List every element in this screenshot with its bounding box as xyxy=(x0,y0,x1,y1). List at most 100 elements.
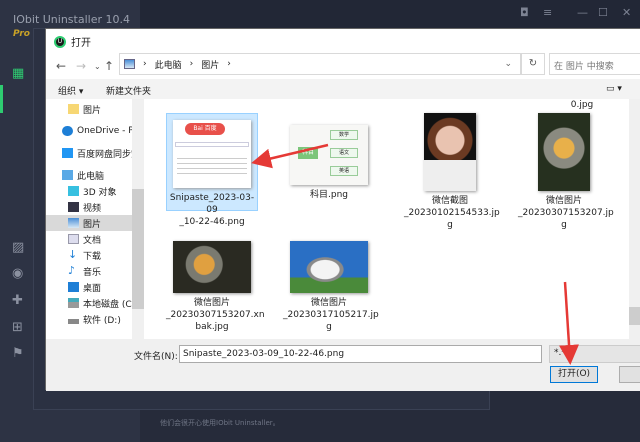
nav-label: 图片 xyxy=(83,219,102,230)
nav-label: 本地磁盘 (C:) xyxy=(83,299,139,310)
camera-icon[interactable]: ◘ xyxy=(520,6,529,19)
iobit-logo-icon: U xyxy=(54,35,66,48)
nav-label: 文档 xyxy=(83,235,102,246)
dialog-titlebar: U 打开 xyxy=(54,34,91,49)
forward-icon[interactable]: → xyxy=(76,59,86,73)
new-folder-button[interactable]: 新建文件夹 xyxy=(106,84,151,97)
cube-icon xyxy=(68,186,79,196)
file-name: 0.jpg xyxy=(570,100,594,110)
portrait-thumbnail xyxy=(424,113,476,191)
nav-item-music[interactable]: ♪ 音乐 xyxy=(46,263,141,279)
leaf-thumbnail xyxy=(538,113,590,191)
app-titlebar: ◘ ≡ — ☐ ✕ xyxy=(140,0,640,28)
file-name-line: _20230307153207.xn xyxy=(166,310,265,320)
mindmap-node: 语文 xyxy=(330,148,358,158)
file-name-line: bak.jpg xyxy=(195,322,229,332)
content-scrollbar[interactable] xyxy=(629,99,640,339)
baidu-logo: Bai 百度 xyxy=(185,123,225,135)
computer-icon xyxy=(62,170,73,180)
nav-item-drive-d[interactable]: 软件 (D:) xyxy=(46,311,141,327)
refresh-button[interactable]: ↻ xyxy=(521,53,545,75)
nav-item-baidu[interactable]: 百度网盘同步空间 xyxy=(46,145,141,161)
open-button[interactable]: 打开(O) xyxy=(550,366,598,383)
cancel-button[interactable] xyxy=(619,366,640,383)
back-icon[interactable]: ← xyxy=(56,59,66,73)
nav-item-this-pc[interactable]: 此电脑 xyxy=(46,167,141,183)
snipaste-thumbnail: Bai 百度 xyxy=(173,120,251,188)
nav-label: 图片 xyxy=(83,105,102,116)
minimize-icon[interactable]: — xyxy=(577,6,588,19)
file-item[interactable]: 科目 数学 语文 英语 科目.png xyxy=(283,113,375,201)
nav-label: 软件 (D:) xyxy=(83,315,121,326)
file-item[interactable]: 微信图片 _20230317105217.jp g xyxy=(283,241,379,333)
file-item[interactable]: 微信图片 _20230307153207.xn bak.jpg xyxy=(166,241,265,333)
windows-icon[interactable]: ⊞ xyxy=(12,320,28,335)
nav-item-onedrive[interactable]: OneDrive - Personal xyxy=(46,123,141,139)
view-options-icon[interactable]: ▭ ▾ xyxy=(606,84,622,94)
chevron-down-icon[interactable]: ⌄ xyxy=(504,59,512,69)
chart-icon[interactable]: ▨ xyxy=(12,240,28,255)
close-icon[interactable]: ✕ xyxy=(622,6,631,19)
nav-item-downloads[interactable]: ↓ 下载 xyxy=(46,247,141,263)
file-item[interactable]: 微信截图 _20230102154533.jp g xyxy=(404,113,500,231)
up-icon[interactable]: ↑ xyxy=(104,59,114,73)
file-name-line: _20230102154533.jp xyxy=(404,208,500,218)
music-icon: ♪ xyxy=(68,264,76,277)
separator-icon: › xyxy=(143,59,147,69)
file-type-filter[interactable]: *.* xyxy=(549,345,640,363)
filename-input[interactable]: Snipaste_2023-03-09_10-22-46.png xyxy=(179,345,542,363)
document-icon xyxy=(68,234,79,244)
recent-chevron-icon[interactable]: ⌄ xyxy=(94,62,101,71)
breadcrumb-pictures[interactable]: 图片 xyxy=(201,58,219,71)
nav-label: 视频 xyxy=(83,203,102,214)
flag-icon[interactable]: ⚑ xyxy=(12,346,28,361)
nav-item-desktop[interactable]: 桌面 xyxy=(46,279,141,295)
content-scroll-thumb[interactable] xyxy=(629,307,640,325)
file-name-line: _20230317105217.jp xyxy=(283,310,379,320)
organize-button[interactable]: 组织 ▾ xyxy=(58,84,83,97)
search-bar-thumb xyxy=(175,142,249,147)
nav-item-pictures[interactable]: 图片 xyxy=(46,215,141,231)
mindmap-thumbnail: 科目 数学 语文 英语 xyxy=(290,125,368,185)
nav-label: 下载 xyxy=(83,251,102,262)
nav-scroll-thumb[interactable] xyxy=(132,189,144,309)
file-name-line: g xyxy=(447,220,453,230)
dialog-title: 打开 xyxy=(71,38,91,49)
text-lines xyxy=(177,154,247,174)
menu-icon[interactable]: ≡ xyxy=(543,6,552,19)
nav-item-pictures-quick[interactable]: 图片 xyxy=(46,101,141,117)
toolbar: 组织 ▾ 新建文件夹 ▭ ▾ xyxy=(46,79,640,99)
drive-icon xyxy=(68,298,79,308)
nav-label: 3D 对象 xyxy=(83,187,117,198)
file-name-line: 微信图片 xyxy=(193,298,230,308)
nav-label: 此电脑 xyxy=(77,171,105,182)
file-item[interactable]: 0.jpg xyxy=(536,99,628,111)
breadcrumb-this-pc[interactable]: 此电脑 xyxy=(155,58,182,71)
nav-label: 音乐 xyxy=(83,267,102,278)
husky-thumbnail xyxy=(290,241,368,293)
navigation-pane: 图片 OneDrive - Personal 百度网盘同步空间 此电脑 3D 对… xyxy=(46,99,144,339)
separator-icon: › xyxy=(189,59,194,69)
mindmap-root: 科目 xyxy=(298,147,318,159)
pictures-icon xyxy=(124,59,135,69)
download-icon: ↓ xyxy=(68,248,78,261)
puzzle-icon[interactable]: ✚ xyxy=(12,293,28,308)
nav-item-3d[interactable]: 3D 对象 xyxy=(46,183,141,199)
folder-icon xyxy=(68,104,79,114)
app-edition: Pro xyxy=(13,29,30,39)
file-item[interactable]: 微信图片 _20230307153207.jp g xyxy=(518,113,614,231)
file-name-line: 微信图片 xyxy=(310,298,347,308)
search-input[interactable]: 在 图片 中搜索 xyxy=(549,53,640,75)
nav-item-videos[interactable]: 视频 xyxy=(46,199,141,215)
file-name-line: g xyxy=(561,220,567,230)
file-item-selected[interactable]: Bai 百度 Snipaste_2023-03-09 _10-22-46.png xyxy=(166,113,258,227)
shield-icon[interactable]: ◉ xyxy=(12,266,28,281)
dialog-footer: 文件名(N): Snipaste_2023-03-09_10-22-46.png… xyxy=(46,339,640,391)
grid-icon[interactable]: ▦ xyxy=(12,66,28,81)
nav-item-drive-c[interactable]: 本地磁盘 (C:) xyxy=(46,295,141,311)
nav-item-documents[interactable]: 文档 xyxy=(46,231,141,247)
file-list: 0.jpg Bai 百度 Snipaste_2023-03-09 _10-22-… xyxy=(156,99,628,339)
filename-label: 文件名(N): xyxy=(134,352,178,362)
address-bar[interactable]: › 此电脑 › 图片 › ⌄ xyxy=(119,53,521,75)
maximize-icon[interactable]: ☐ xyxy=(598,6,608,19)
